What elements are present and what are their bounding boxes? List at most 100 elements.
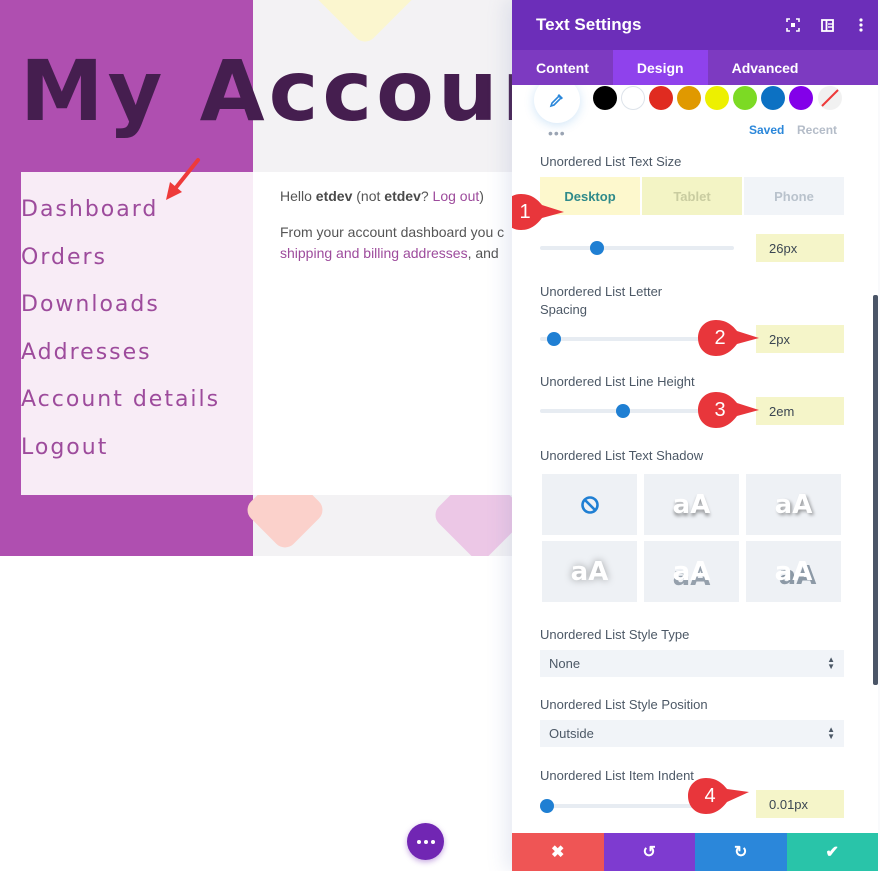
color-swatch[interactable] [789, 86, 813, 110]
color-swatch[interactable] [649, 86, 673, 110]
more-colors-button[interactable]: ••• [548, 125, 566, 141]
fullscreen-icon[interactable] [776, 0, 810, 50]
text-size-input[interactable]: 26px [756, 234, 844, 262]
no-color-icon [821, 89, 839, 107]
intro-end: , and [467, 245, 499, 261]
split-view-icon[interactable] [810, 0, 844, 50]
shadow-option[interactable]: aA [542, 541, 637, 602]
check-icon: ✔ [825, 844, 839, 861]
shadow-option[interactable]: aA [644, 541, 739, 602]
label-line: Unordered List Letter [540, 284, 663, 299]
save-button[interactable]: ✔ [786, 833, 878, 871]
intro-start: From your account dashboard you c [280, 224, 505, 240]
logout-link[interactable]: Log out [433, 188, 480, 204]
callout-number: 3 [714, 398, 726, 421]
callout-number: 2 [714, 326, 726, 349]
line-height-input[interactable]: 2em [756, 397, 844, 425]
annotation-arrow-icon [166, 158, 200, 200]
text-shadow-label: Unordered List Text Shadow [540, 448, 704, 463]
panel-tabs: Content Design Advanced [512, 50, 878, 85]
select-value: None [549, 656, 581, 671]
undo-button[interactable]: ↺ [603, 833, 695, 871]
color-swatch[interactable] [761, 86, 785, 110]
callout-marker: 3 [697, 391, 761, 429]
select-value: Outside [549, 726, 594, 741]
panel-body: ••• Saved Recent Unordered List Text Siz… [512, 85, 878, 833]
tab-advanced[interactable]: Advanced [708, 50, 823, 85]
slider-knob[interactable] [615, 404, 630, 418]
slider-knob[interactable] [540, 799, 554, 813]
cancel-button[interactable]: ✖ [512, 833, 604, 871]
recent-colors-tab[interactable]: Recent [797, 123, 837, 137]
color-swatch[interactable] [621, 86, 645, 110]
undo-icon: ↺ [642, 844, 656, 861]
slider-knob[interactable] [547, 332, 562, 346]
nav-item-logout[interactable]: Logout [21, 424, 253, 472]
panel-scrollbar[interactable] [873, 295, 878, 685]
close-icon: ✖ [551, 844, 565, 861]
style-position-select[interactable]: Outside ▲ ▼ [540, 720, 844, 747]
addresses-link[interactable]: shipping and billing addresses [280, 245, 468, 261]
letter-spacing-slider[interactable] [540, 332, 700, 346]
callout-number: 1 [519, 200, 531, 223]
device-tab-phone[interactable]: Phone [744, 177, 844, 215]
item-indent-slider[interactable] [540, 799, 700, 813]
color-swatches: ••• Saved Recent [534, 85, 854, 145]
device-tabs: Desktop Tablet Phone [540, 177, 844, 215]
dashboard-intro-text: From your account dashboard you c shippin… [280, 222, 504, 264]
eyedropper-icon [549, 94, 563, 108]
shadow-option-none[interactable] [542, 474, 637, 535]
panel-footer: ✖ ↺ ↻ ✔ [512, 833, 878, 871]
color-swatch[interactable] [593, 86, 617, 110]
page-root: My Account Dashboard Orders Downloads Ad… [0, 0, 880, 871]
username: etdev [315, 188, 353, 204]
shadow-option[interactable]: aA [644, 474, 739, 535]
device-tab-tablet[interactable]: Tablet [642, 177, 742, 215]
label-line: Spacing [540, 302, 587, 317]
line-height-slider[interactable] [540, 404, 700, 418]
nav-item-addresses[interactable]: Addresses [21, 329, 253, 377]
line-height-label: Unordered List Line Height [540, 374, 695, 389]
text-shadow-options: aA aA aA aA aA [542, 474, 842, 602]
letter-spacing-label: Unordered List Letter Spacing [540, 283, 662, 319]
tab-content[interactable]: Content [512, 50, 613, 85]
color-swatch[interactable] [677, 86, 701, 110]
tab-design[interactable]: Design [612, 50, 708, 85]
hero-section: My Account Dashboard Orders Downloads Ad… [0, 0, 512, 556]
nav-item-downloads[interactable]: Downloads [21, 281, 253, 329]
clear-color-swatch[interactable] [818, 86, 842, 110]
nav-item-account-details[interactable]: Account details [21, 376, 253, 424]
redo-button[interactable]: ↻ [695, 833, 787, 871]
style-type-label: Unordered List Style Type [540, 627, 690, 642]
callout-marker: 1 [512, 193, 566, 231]
shadow-option[interactable]: aA [746, 474, 841, 535]
more-dots-icon [416, 839, 421, 844]
item-indent-input[interactable]: 0.01px [756, 790, 844, 818]
callout-marker: 2 [697, 319, 761, 357]
text-size-label: Unordered List Text Size [540, 154, 682, 169]
text-size-slider[interactable] [540, 241, 734, 255]
slider-knob[interactable] [590, 241, 605, 255]
saved-colors-tab[interactable]: Saved [749, 123, 784, 137]
letter-spacing-input[interactable]: 2px [756, 325, 844, 353]
account-navigation: Dashboard Orders Downloads Addresses Acc… [21, 172, 253, 495]
greeting-close: ) [479, 188, 484, 204]
builder-menu-button[interactable] [407, 823, 444, 860]
eyedropper-button[interactable] [534, 85, 580, 123]
more-vertical-icon[interactable] [844, 0, 878, 50]
nav-item-dashboard[interactable]: Dashboard [21, 186, 253, 234]
greeting-prefix: Hello [280, 188, 316, 204]
shadow-option[interactable]: aA [746, 541, 841, 602]
account-content: Hello etdev (not etdev? Log out) From yo… [253, 172, 512, 495]
nav-item-orders[interactable]: Orders [21, 234, 253, 282]
panel-title: Text Settings [536, 15, 642, 34]
callout-marker: 4 [687, 777, 751, 815]
style-type-select[interactable]: None ▲ ▼ [540, 650, 844, 677]
style-position-label: Unordered List Style Position [540, 697, 708, 712]
text-settings-panel: Text Settings Content Design Advanced ••… [512, 0, 878, 871]
color-swatch[interactable] [705, 86, 729, 110]
panel-header: Text Settings [512, 0, 878, 50]
color-swatch[interactable] [733, 86, 757, 110]
decorative-shape [308, 0, 422, 47]
select-arrows-icon: ▲ ▼ [827, 655, 835, 671]
